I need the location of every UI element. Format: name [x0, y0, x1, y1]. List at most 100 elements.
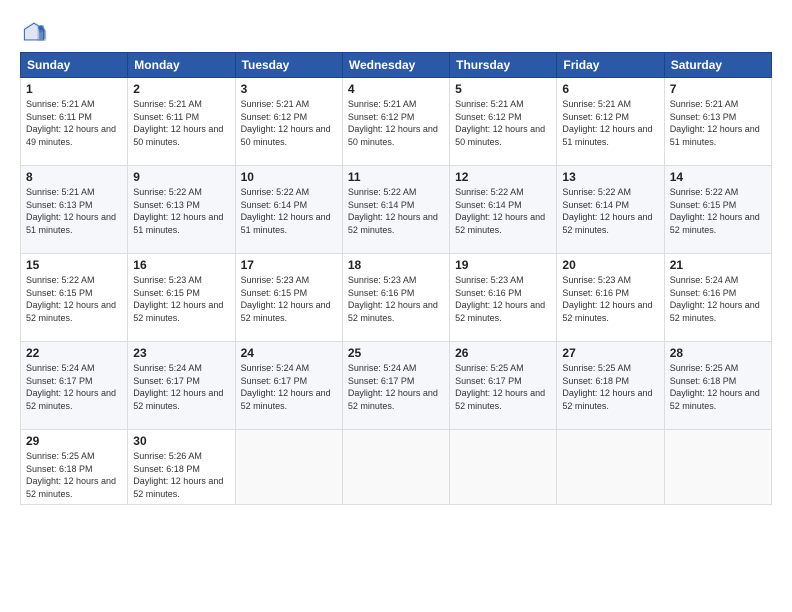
calendar-cell	[664, 430, 771, 505]
day-info: Sunrise: 5:25 AMSunset: 6:18 PMDaylight:…	[670, 363, 760, 411]
week-row-5: 29 Sunrise: 5:25 AMSunset: 6:18 PMDaylig…	[21, 430, 772, 505]
day-number: 24	[241, 346, 337, 360]
day-number: 28	[670, 346, 766, 360]
day-info: Sunrise: 5:23 AMSunset: 6:16 PMDaylight:…	[455, 275, 545, 323]
calendar-cell: 18 Sunrise: 5:23 AMSunset: 6:16 PMDaylig…	[342, 254, 449, 342]
weekday-header-thursday: Thursday	[450, 53, 557, 78]
day-number: 3	[241, 82, 337, 96]
calendar-cell: 30 Sunrise: 5:26 AMSunset: 6:18 PMDaylig…	[128, 430, 235, 505]
calendar-cell	[450, 430, 557, 505]
day-number: 10	[241, 170, 337, 184]
week-row-2: 8 Sunrise: 5:21 AMSunset: 6:13 PMDayligh…	[21, 166, 772, 254]
day-number: 30	[133, 434, 229, 448]
day-number: 9	[133, 170, 229, 184]
day-info: Sunrise: 5:22 AMSunset: 6:15 PMDaylight:…	[26, 275, 116, 323]
day-info: Sunrise: 5:24 AMSunset: 6:17 PMDaylight:…	[133, 363, 223, 411]
logo-icon	[20, 18, 48, 46]
calendar-cell: 16 Sunrise: 5:23 AMSunset: 6:15 PMDaylig…	[128, 254, 235, 342]
day-info: Sunrise: 5:23 AMSunset: 6:16 PMDaylight:…	[348, 275, 438, 323]
day-info: Sunrise: 5:21 AMSunset: 6:13 PMDaylight:…	[26, 187, 116, 235]
day-number: 25	[348, 346, 444, 360]
day-info: Sunrise: 5:22 AMSunset: 6:13 PMDaylight:…	[133, 187, 223, 235]
day-info: Sunrise: 5:25 AMSunset: 6:18 PMDaylight:…	[26, 451, 116, 499]
weekday-header-friday: Friday	[557, 53, 664, 78]
calendar-cell: 12 Sunrise: 5:22 AMSunset: 6:14 PMDaylig…	[450, 166, 557, 254]
calendar-cell	[557, 430, 664, 505]
day-number: 11	[348, 170, 444, 184]
weekday-header-tuesday: Tuesday	[235, 53, 342, 78]
week-row-1: 1 Sunrise: 5:21 AMSunset: 6:11 PMDayligh…	[21, 78, 772, 166]
day-number: 22	[26, 346, 122, 360]
calendar-cell: 9 Sunrise: 5:22 AMSunset: 6:13 PMDayligh…	[128, 166, 235, 254]
week-row-3: 15 Sunrise: 5:22 AMSunset: 6:15 PMDaylig…	[21, 254, 772, 342]
day-number: 16	[133, 258, 229, 272]
day-number: 18	[348, 258, 444, 272]
calendar-cell: 23 Sunrise: 5:24 AMSunset: 6:17 PMDaylig…	[128, 342, 235, 430]
calendar-cell	[235, 430, 342, 505]
day-info: Sunrise: 5:21 AMSunset: 6:12 PMDaylight:…	[348, 99, 438, 147]
calendar-cell: 21 Sunrise: 5:24 AMSunset: 6:16 PMDaylig…	[664, 254, 771, 342]
calendar-cell: 17 Sunrise: 5:23 AMSunset: 6:15 PMDaylig…	[235, 254, 342, 342]
day-info: Sunrise: 5:23 AMSunset: 6:16 PMDaylight:…	[562, 275, 652, 323]
day-number: 21	[670, 258, 766, 272]
calendar-cell: 24 Sunrise: 5:24 AMSunset: 6:17 PMDaylig…	[235, 342, 342, 430]
day-info: Sunrise: 5:21 AMSunset: 6:13 PMDaylight:…	[670, 99, 760, 147]
day-info: Sunrise: 5:24 AMSunset: 6:17 PMDaylight:…	[241, 363, 331, 411]
calendar: SundayMondayTuesdayWednesdayThursdayFrid…	[20, 52, 772, 505]
day-number: 27	[562, 346, 658, 360]
calendar-cell: 7 Sunrise: 5:21 AMSunset: 6:13 PMDayligh…	[664, 78, 771, 166]
day-info: Sunrise: 5:26 AMSunset: 6:18 PMDaylight:…	[133, 451, 223, 499]
day-number: 1	[26, 82, 122, 96]
weekday-header-monday: Monday	[128, 53, 235, 78]
day-info: Sunrise: 5:22 AMSunset: 6:14 PMDaylight:…	[241, 187, 331, 235]
day-number: 23	[133, 346, 229, 360]
day-info: Sunrise: 5:25 AMSunset: 6:18 PMDaylight:…	[562, 363, 652, 411]
day-number: 6	[562, 82, 658, 96]
calendar-cell: 1 Sunrise: 5:21 AMSunset: 6:11 PMDayligh…	[21, 78, 128, 166]
day-info: Sunrise: 5:24 AMSunset: 6:16 PMDaylight:…	[670, 275, 760, 323]
page: SundayMondayTuesdayWednesdayThursdayFrid…	[0, 0, 792, 612]
day-info: Sunrise: 5:21 AMSunset: 6:12 PMDaylight:…	[455, 99, 545, 147]
calendar-cell: 19 Sunrise: 5:23 AMSunset: 6:16 PMDaylig…	[450, 254, 557, 342]
day-number: 2	[133, 82, 229, 96]
day-info: Sunrise: 5:22 AMSunset: 6:14 PMDaylight:…	[455, 187, 545, 235]
weekday-header-wednesday: Wednesday	[342, 53, 449, 78]
calendar-cell: 5 Sunrise: 5:21 AMSunset: 6:12 PMDayligh…	[450, 78, 557, 166]
day-number: 26	[455, 346, 551, 360]
calendar-cell: 22 Sunrise: 5:24 AMSunset: 6:17 PMDaylig…	[21, 342, 128, 430]
day-number: 12	[455, 170, 551, 184]
calendar-cell: 13 Sunrise: 5:22 AMSunset: 6:14 PMDaylig…	[557, 166, 664, 254]
calendar-cell	[342, 430, 449, 505]
weekday-header-sunday: Sunday	[21, 53, 128, 78]
day-info: Sunrise: 5:21 AMSunset: 6:11 PMDaylight:…	[26, 99, 116, 147]
day-number: 7	[670, 82, 766, 96]
day-info: Sunrise: 5:24 AMSunset: 6:17 PMDaylight:…	[348, 363, 438, 411]
day-info: Sunrise: 5:25 AMSunset: 6:17 PMDaylight:…	[455, 363, 545, 411]
day-number: 5	[455, 82, 551, 96]
day-info: Sunrise: 5:21 AMSunset: 6:12 PMDaylight:…	[562, 99, 652, 147]
calendar-cell: 14 Sunrise: 5:22 AMSunset: 6:15 PMDaylig…	[664, 166, 771, 254]
header	[20, 18, 772, 46]
day-number: 20	[562, 258, 658, 272]
calendar-cell: 25 Sunrise: 5:24 AMSunset: 6:17 PMDaylig…	[342, 342, 449, 430]
weekday-header-row: SundayMondayTuesdayWednesdayThursdayFrid…	[21, 53, 772, 78]
calendar-cell: 27 Sunrise: 5:25 AMSunset: 6:18 PMDaylig…	[557, 342, 664, 430]
day-info: Sunrise: 5:21 AMSunset: 6:12 PMDaylight:…	[241, 99, 331, 147]
calendar-cell: 3 Sunrise: 5:21 AMSunset: 6:12 PMDayligh…	[235, 78, 342, 166]
day-info: Sunrise: 5:22 AMSunset: 6:14 PMDaylight:…	[562, 187, 652, 235]
day-number: 29	[26, 434, 122, 448]
calendar-cell: 2 Sunrise: 5:21 AMSunset: 6:11 PMDayligh…	[128, 78, 235, 166]
day-info: Sunrise: 5:22 AMSunset: 6:14 PMDaylight:…	[348, 187, 438, 235]
calendar-cell: 28 Sunrise: 5:25 AMSunset: 6:18 PMDaylig…	[664, 342, 771, 430]
day-number: 8	[26, 170, 122, 184]
day-info: Sunrise: 5:24 AMSunset: 6:17 PMDaylight:…	[26, 363, 116, 411]
calendar-cell: 6 Sunrise: 5:21 AMSunset: 6:12 PMDayligh…	[557, 78, 664, 166]
day-info: Sunrise: 5:23 AMSunset: 6:15 PMDaylight:…	[133, 275, 223, 323]
day-number: 14	[670, 170, 766, 184]
weekday-header-saturday: Saturday	[664, 53, 771, 78]
calendar-cell: 20 Sunrise: 5:23 AMSunset: 6:16 PMDaylig…	[557, 254, 664, 342]
day-number: 17	[241, 258, 337, 272]
logo	[20, 18, 52, 46]
calendar-cell: 8 Sunrise: 5:21 AMSunset: 6:13 PMDayligh…	[21, 166, 128, 254]
calendar-cell: 11 Sunrise: 5:22 AMSunset: 6:14 PMDaylig…	[342, 166, 449, 254]
